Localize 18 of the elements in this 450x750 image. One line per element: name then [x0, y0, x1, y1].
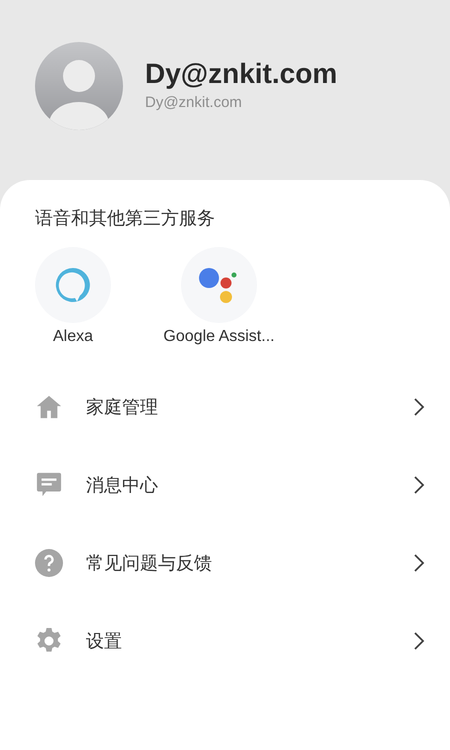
chevron-icon: [413, 475, 425, 495]
service-label: Google Assist...: [163, 327, 275, 347]
section-title: 语音和其他第三方服务: [35, 207, 216, 230]
chevron-icon: [413, 631, 425, 651]
message-icon: [36, 472, 62, 498]
help-icon: [35, 549, 63, 577]
avatar-icon: [35, 42, 123, 130]
user-name: Dy@znkit.com: [145, 57, 338, 91]
home-icon: [35, 394, 63, 420]
menu-item[interactable]: 设置: [86, 629, 413, 653]
service-label: Alexa: [52, 327, 94, 347]
ring-icon: [53, 265, 93, 305]
menu-item[interactable]: 常见问题与反馈: [86, 551, 413, 575]
menu-item[interactable]: 消息中心: [86, 473, 413, 497]
user-email: Dy@znkit.com: [145, 93, 243, 113]
chevron-icon: [413, 553, 425, 573]
menu-item[interactable]: 家庭管理: [86, 395, 413, 419]
chevron-icon: [413, 397, 425, 417]
